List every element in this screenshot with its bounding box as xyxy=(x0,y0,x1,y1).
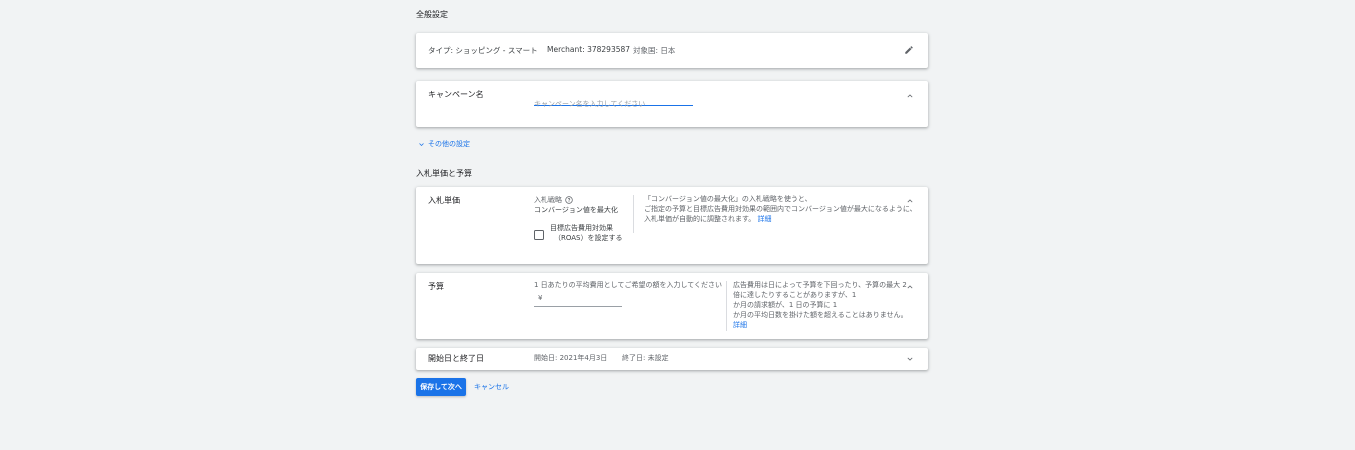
bidding-card: 入札単価 入札戦略 コンバージョン値を最大化 目標広告費用対効果 （ROAS）を… xyxy=(416,187,928,264)
more-settings-toggle[interactable]: その他の設定 xyxy=(416,139,470,149)
campaign-summary-card[interactable]: タイプ: ショッピング - スマート Merchant: 378293587 対… xyxy=(416,33,928,68)
help-icon[interactable] xyxy=(564,196,573,205)
bid-strategy-block: 入札戦略 コンバージョン値を最大化 xyxy=(534,195,634,215)
budget-details-link[interactable]: 詳細 xyxy=(733,320,903,330)
start-date: 開始日: 2021年4月3日 xyxy=(534,354,608,362)
budget-info-line: 倍に達したりすることがありますが、1 xyxy=(733,291,857,299)
target-roas-label: 目標広告費用対効果 （ROAS）を設定する xyxy=(550,223,622,243)
budget-card: 予算 1 日あたりの平均費用としてご希望の額を入力してください ¥ 広告費用は日… xyxy=(416,273,928,339)
dates-card[interactable]: 開始日と終了日 開始日: 2021年4月3日 終了日: 未設定 xyxy=(416,348,928,370)
bidding-info-line: ご指定の予算と目標広告費用対効果の範囲内でコンバージョン値が最大になるように、 xyxy=(644,205,917,213)
target-country: 対象国: 日本 xyxy=(633,46,676,55)
bidding-info-line: 入札単価が自動的に調整されます。 xyxy=(644,215,756,223)
budget-divider xyxy=(726,281,727,331)
campaign-name-field[interactable] xyxy=(534,91,693,108)
budget-info-line: か月の請求額が、1 日の予算に 1 xyxy=(733,301,838,309)
bid-strategy-label: 入札戦略 xyxy=(534,196,562,204)
budget-info-line: か月の平均日数を掛けた額を超えることはありません。 xyxy=(733,311,908,319)
save-and-continue-button[interactable]: 保存して次へ xyxy=(416,378,466,396)
budget-input-field[interactable]: ¥ xyxy=(534,292,622,307)
pencil-icon[interactable] xyxy=(903,44,915,56)
bidding-details-link[interactable]: 詳細 xyxy=(758,215,772,223)
currency-symbol: ¥ xyxy=(538,294,543,302)
campaign-type: タイプ: ショッピング - スマート xyxy=(428,46,538,55)
budget-prompt: 1 日あたりの平均費用としてご希望の額を入力してください xyxy=(534,281,723,289)
campaign-settings-page: 全般設定 タイプ: ショッピング - スマート Merchant: 378293… xyxy=(0,0,1355,450)
chevron-up-icon[interactable] xyxy=(904,195,916,207)
dates-label: 開始日と終了日 xyxy=(428,354,484,363)
bidding-budget-heading: 入札単価と予算 xyxy=(416,169,472,178)
bidding-divider xyxy=(633,195,634,233)
bidding-label: 入札単価 xyxy=(428,196,460,205)
bidding-info-line: 「コンバージョン値の最大化」の入札戦略を使うと、 xyxy=(644,195,812,203)
chevron-up-icon[interactable] xyxy=(904,90,916,102)
campaign-name-input[interactable] xyxy=(534,100,693,108)
bid-strategy-value[interactable]: コンバージョン値を最大化 xyxy=(534,205,634,215)
budget-info-line: 広告費用は日によって予算を下回ったり、予算の最大 2 xyxy=(733,281,907,289)
more-settings-label: その他の設定 xyxy=(428,140,470,148)
cancel-button[interactable]: キャンセル xyxy=(474,378,509,396)
general-settings-heading: 全般設定 xyxy=(416,10,448,19)
chevron-up-icon[interactable] xyxy=(904,281,916,293)
merchant-id: Merchant: 378293587 xyxy=(547,45,631,54)
campaign-name-card: キャンペーン名 xyxy=(416,81,928,127)
target-roas-checkbox[interactable] xyxy=(534,230,544,240)
target-roas-label-line2: （ROAS）を設定する xyxy=(554,234,623,242)
campaign-name-label: キャンペーン名 xyxy=(428,90,484,99)
chevron-down-icon xyxy=(416,139,426,149)
end-date: 終了日: 未設定 xyxy=(622,354,669,362)
chevron-down-icon[interactable] xyxy=(904,353,916,365)
target-roas-label-line1: 目標広告費用対効果 xyxy=(550,224,613,232)
bidding-info-text: 「コンバージョン値の最大化」の入札戦略を使うと、 ご指定の予算と目標広告費用対効… xyxy=(644,194,917,224)
budget-label: 予算 xyxy=(428,282,444,291)
budget-info-text: 広告費用は日によって予算を下回ったり、予算の最大 2 倍に達したりすることがあり… xyxy=(733,280,908,330)
